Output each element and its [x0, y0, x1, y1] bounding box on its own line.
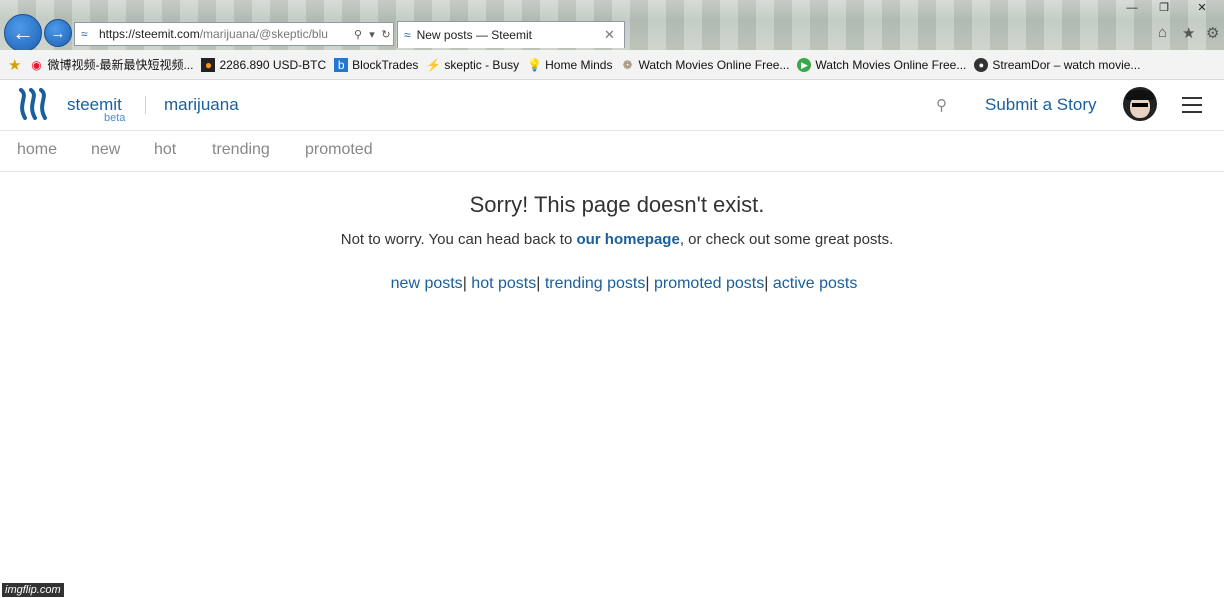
- menu-icon[interactable]: [1182, 97, 1202, 113]
- message-text: Not to worry. You can head back to: [340, 231, 577, 248]
- link-separator: |: [645, 275, 650, 292]
- link-separator: |: [536, 275, 541, 292]
- avatar[interactable]: [1123, 87, 1157, 121]
- trending-posts-link[interactable]: trending posts: [545, 275, 646, 292]
- tab-title: New posts — Steemit: [416, 28, 532, 42]
- close-tab-icon[interactable]: ✕: [604, 27, 624, 43]
- play-icon: ▶: [797, 57, 812, 72]
- steemit-favicon-icon: ≈: [81, 27, 88, 41]
- favorites-bar: ★ ◉ 微博视频-最新最快短视频... ● 2286.890 USD-BTC b Bl…: [0, 50, 1224, 80]
- favorite-item[interactable]: ◉ 微博视频-最新最快短视频...: [29, 56, 193, 73]
- avatar-hat: [1126, 90, 1154, 100]
- steemit-favicon-icon: ≈: [404, 28, 411, 42]
- submit-story-button[interactable]: Submit a Story: [985, 95, 1097, 115]
- favorite-label: Home Minds: [545, 57, 613, 72]
- site-header: steemit beta marijuana ⚲ Submit a Story: [0, 80, 1224, 131]
- homepage-link[interactable]: our homepage: [576, 231, 679, 248]
- streamdor-icon: ●: [974, 57, 989, 72]
- bulb-icon: 💡: [527, 57, 543, 72]
- favorite-item[interactable]: b BlockTrades: [334, 57, 419, 72]
- home-icon[interactable]: ⌂: [1158, 24, 1167, 41]
- favorite-item[interactable]: ❁ Watch Movies Online Free...: [620, 58, 789, 72]
- back-button[interactable]: ←: [4, 14, 42, 52]
- gear-icon[interactable]: ⚙: [1206, 24, 1219, 42]
- favorite-label: Watch Movies Online Free...: [638, 57, 790, 72]
- sub-navigation: home new hot trending promoted: [0, 131, 1224, 172]
- url-text[interactable]: https://steemit.com/marijuana/@skeptic/b…: [99, 27, 351, 41]
- favorite-label: skeptic - Busy: [444, 57, 520, 72]
- film-reel-icon: ❁: [622, 57, 633, 72]
- favorite-item[interactable]: 💡 Home Minds: [527, 58, 612, 72]
- arrow-right-icon: →: [50, 24, 66, 42]
- favorite-label: Watch Movies Online Free...: [815, 57, 967, 72]
- search-icon[interactable]: ⚲: [936, 96, 947, 114]
- favorite-label: StreamDor – watch movie...: [992, 57, 1141, 72]
- topic-link[interactable]: marijuana: [164, 95, 239, 115]
- browser-titlebar: ← → ≈ https://steemit.com/marijuana/@ske…: [0, 0, 1224, 52]
- url-path: /marijuana/@skeptic/blu: [199, 27, 328, 41]
- arrow-left-icon: ←: [12, 20, 34, 45]
- hot-posts-link[interactable]: hot posts: [471, 275, 536, 292]
- star-icon[interactable]: ★: [1182, 24, 1195, 42]
- beta-label: beta: [104, 112, 126, 124]
- forward-button[interactable]: →: [44, 19, 72, 47]
- address-bar[interactable]: ≈ https://steemit.com/marijuana/@skeptic…: [74, 22, 394, 46]
- tab-trending[interactable]: trending: [212, 141, 270, 159]
- promoted-posts-link[interactable]: promoted posts: [654, 275, 764, 292]
- dropdown-icon[interactable]: ▾: [365, 28, 379, 41]
- blocktrades-icon: b: [334, 57, 349, 72]
- link-separator: |: [764, 275, 769, 292]
- favorites-star-icon[interactable]: ★: [8, 56, 21, 74]
- window-controls: — ❐ ✕: [1116, 0, 1224, 18]
- steemit-logo-icon[interactable]: [17, 88, 51, 120]
- favorite-label: 微博视频-最新最快短视频...: [47, 58, 194, 72]
- close-window-button[interactable]: ✕: [1180, 0, 1224, 18]
- favorite-item[interactable]: ● StreamDor – watch movie...: [974, 57, 1141, 72]
- avatar-glasses: [1132, 103, 1148, 107]
- tab-new[interactable]: new: [91, 141, 120, 159]
- favorite-label: BlockTrades: [352, 57, 419, 72]
- header-divider: [145, 96, 146, 114]
- new-posts-link[interactable]: new posts: [391, 275, 463, 292]
- restore-button[interactable]: ❐: [1148, 0, 1180, 18]
- tab-new-posts[interactable]: ≈ New posts — Steemit ✕: [397, 21, 625, 48]
- favorite-item[interactable]: ⚡ skeptic - Busy: [426, 58, 519, 72]
- favorite-item[interactable]: ▶ Watch Movies Online Free...: [797, 57, 967, 72]
- bitcoin-icon: ●: [201, 57, 216, 72]
- message-text: , or check out some great posts.: [679, 231, 894, 248]
- search-icon[interactable]: ⚲: [351, 28, 365, 41]
- tab-home[interactable]: home: [17, 141, 57, 159]
- post-links: new posts| hot posts| trending posts| pr…: [0, 275, 1224, 293]
- watermark: imgflip.com: [2, 583, 64, 597]
- favorite-label: 2286.890 USD-BTC: [219, 57, 327, 72]
- url-host: https://steemit.com: [99, 27, 200, 41]
- minimize-button[interactable]: —: [1116, 0, 1148, 18]
- refresh-icon[interactable]: ↻: [379, 28, 393, 41]
- link-separator: |: [462, 275, 467, 292]
- not-found-message: Not to worry. You can head back to our h…: [0, 231, 1224, 248]
- lightning-icon: ⚡: [426, 57, 442, 72]
- weibo-icon: ◉: [31, 57, 42, 72]
- favorite-item[interactable]: ● 2286.890 USD-BTC: [201, 57, 327, 72]
- active-posts-link[interactable]: active posts: [773, 275, 857, 292]
- page-title: Sorry! This page doesn't exist.: [469, 192, 765, 217]
- tab-hot[interactable]: hot: [154, 141, 176, 159]
- tab-promoted[interactable]: promoted: [305, 141, 373, 159]
